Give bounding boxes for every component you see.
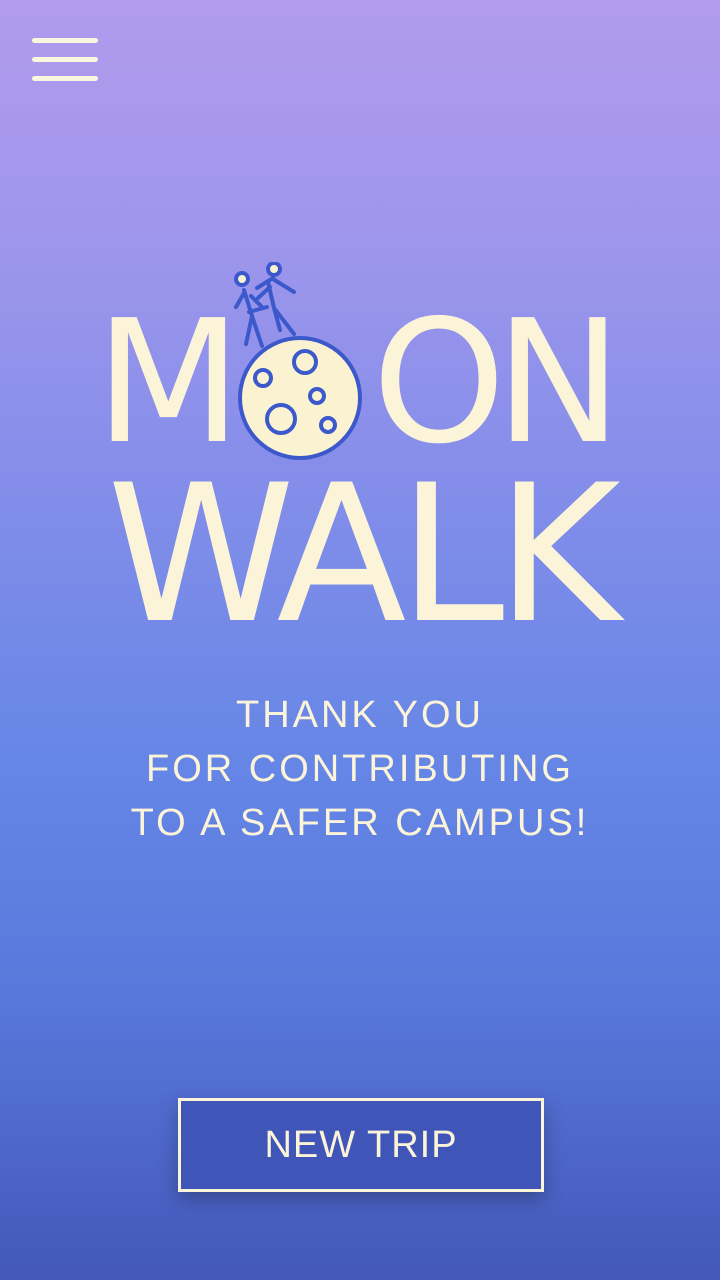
menu-button[interactable]	[30, 36, 100, 84]
thank-you-line-1: THANK YOU	[235, 694, 484, 736]
thank-you-message: THANK YOU FOR CONTRIBUTING TO A SAFER CA…	[0, 688, 720, 850]
logo-word-walk: WALK	[107, 444, 621, 665]
logo-letter-n: N	[495, 284, 623, 482]
logo-letter-o: O	[372, 284, 506, 482]
menu-icon-bar-bottom	[32, 76, 98, 81]
thank-you-line-3: TO A SAFER CAMPUS!	[130, 802, 590, 844]
menu-icon-bar-middle	[32, 57, 98, 62]
thank-you-line-2: FOR CONTRIBUTING	[146, 748, 574, 790]
new-trip-button[interactable]: NEW TRIP	[178, 1098, 544, 1192]
moon-walkers-icon	[234, 262, 362, 460]
logo-letter-m: M	[95, 284, 242, 482]
app-logo: M O N WALK	[0, 250, 720, 650]
menu-icon-bar-top	[32, 38, 98, 43]
